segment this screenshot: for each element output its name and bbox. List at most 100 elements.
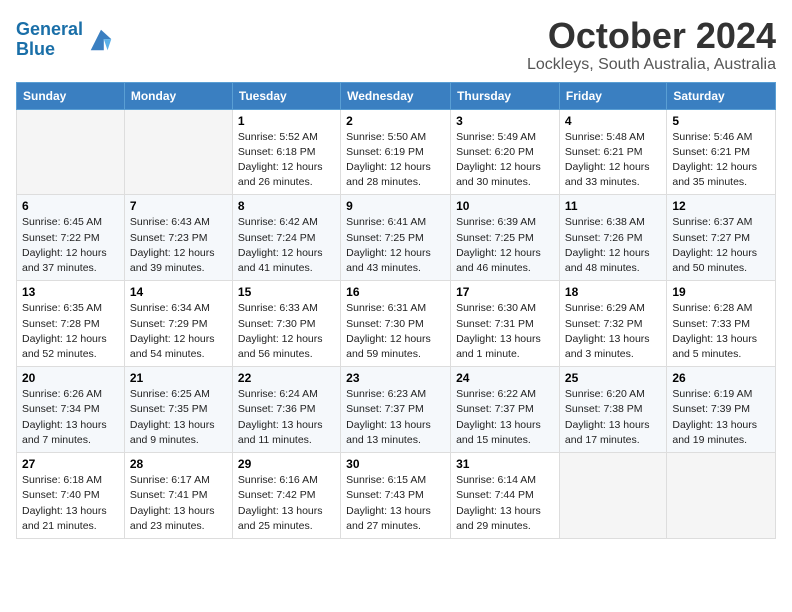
calendar-cell: 7Sunrise: 6:43 AMSunset: 7:23 PMDaylight… (124, 195, 232, 281)
cell-info: and 11 minutes. (238, 433, 335, 448)
calendar-cell: 25Sunrise: 6:20 AMSunset: 7:38 PMDayligh… (559, 367, 666, 453)
cell-info: Sunrise: 6:31 AM (346, 301, 445, 316)
calendar-cell: 24Sunrise: 6:22 AMSunset: 7:37 PMDayligh… (451, 367, 560, 453)
cell-info: Sunset: 7:44 PM (456, 488, 554, 503)
cell-info: and 50 minutes. (672, 261, 770, 276)
cell-info: Daylight: 12 hours (238, 160, 335, 175)
header-cell-thursday: Thursday (451, 82, 560, 109)
cell-info: Daylight: 13 hours (130, 418, 227, 433)
cell-info: Daylight: 12 hours (565, 246, 661, 261)
cell-info: Daylight: 12 hours (22, 332, 119, 347)
logo-text: GeneralBlue (16, 20, 83, 60)
cell-info: Daylight: 12 hours (456, 246, 554, 261)
cell-info: Sunset: 7:34 PM (22, 402, 119, 417)
cell-info: Daylight: 12 hours (346, 332, 445, 347)
cell-info: and 15 minutes. (456, 433, 554, 448)
cell-info: Daylight: 12 hours (346, 246, 445, 261)
day-number: 24 (456, 371, 554, 385)
calendar-cell: 2Sunrise: 5:50 AMSunset: 6:19 PMDaylight… (341, 109, 451, 195)
cell-info: Sunrise: 6:37 AM (672, 215, 770, 230)
week-row-4: 20Sunrise: 6:26 AMSunset: 7:34 PMDayligh… (17, 367, 776, 453)
header-row: SundayMondayTuesdayWednesdayThursdayFrid… (17, 82, 776, 109)
cell-info: Daylight: 12 hours (346, 160, 445, 175)
cell-info: Sunrise: 5:50 AM (346, 130, 445, 145)
cell-info: Sunrise: 6:17 AM (130, 473, 227, 488)
calendar-cell (667, 453, 776, 539)
calendar-cell: 19Sunrise: 6:28 AMSunset: 7:33 PMDayligh… (667, 281, 776, 367)
cell-info: Sunrise: 6:15 AM (346, 473, 445, 488)
cell-info: Sunrise: 5:48 AM (565, 130, 661, 145)
cell-info: Sunset: 7:39 PM (672, 402, 770, 417)
cell-info: Sunset: 6:21 PM (672, 145, 770, 160)
calendar-cell: 17Sunrise: 6:30 AMSunset: 7:31 PMDayligh… (451, 281, 560, 367)
day-number: 3 (456, 114, 554, 128)
cell-info: Daylight: 12 hours (672, 246, 770, 261)
cell-info: Sunset: 7:30 PM (346, 317, 445, 332)
day-number: 21 (130, 371, 227, 385)
week-row-3: 13Sunrise: 6:35 AMSunset: 7:28 PMDayligh… (17, 281, 776, 367)
day-number: 9 (346, 199, 445, 213)
cell-info: and 54 minutes. (130, 347, 227, 362)
cell-info: Sunset: 7:31 PM (456, 317, 554, 332)
cell-info: Sunrise: 6:14 AM (456, 473, 554, 488)
cell-info: and 30 minutes. (456, 175, 554, 190)
cell-info: Sunset: 6:18 PM (238, 145, 335, 160)
month-title: October 2024 (527, 16, 776, 56)
calendar-cell: 4Sunrise: 5:48 AMSunset: 6:21 PMDaylight… (559, 109, 666, 195)
cell-info: and 39 minutes. (130, 261, 227, 276)
calendar-cell: 11Sunrise: 6:38 AMSunset: 7:26 PMDayligh… (559, 195, 666, 281)
day-number: 13 (22, 285, 119, 299)
day-number: 27 (22, 457, 119, 471)
calendar-body: 1Sunrise: 5:52 AMSunset: 6:18 PMDaylight… (17, 109, 776, 538)
cell-info: and 41 minutes. (238, 261, 335, 276)
cell-info: Sunrise: 6:43 AM (130, 215, 227, 230)
day-number: 20 (22, 371, 119, 385)
day-number: 8 (238, 199, 335, 213)
day-number: 10 (456, 199, 554, 213)
cell-info: Daylight: 12 hours (130, 246, 227, 261)
header-cell-sunday: Sunday (17, 82, 125, 109)
cell-info: and 5 minutes. (672, 347, 770, 362)
header-cell-tuesday: Tuesday (232, 82, 340, 109)
cell-info: Sunrise: 6:19 AM (672, 387, 770, 402)
cell-info: and 37 minutes. (22, 261, 119, 276)
calendar-cell: 20Sunrise: 6:26 AMSunset: 7:34 PMDayligh… (17, 367, 125, 453)
cell-info: and 52 minutes. (22, 347, 119, 362)
day-number: 28 (130, 457, 227, 471)
day-number: 12 (672, 199, 770, 213)
calendar-cell: 10Sunrise: 6:39 AMSunset: 7:25 PMDayligh… (451, 195, 560, 281)
day-number: 26 (672, 371, 770, 385)
cell-info: and 48 minutes. (565, 261, 661, 276)
cell-info: Daylight: 13 hours (456, 418, 554, 433)
calendar-cell: 29Sunrise: 6:16 AMSunset: 7:42 PMDayligh… (232, 453, 340, 539)
cell-info: and 17 minutes. (565, 433, 661, 448)
calendar-cell: 30Sunrise: 6:15 AMSunset: 7:43 PMDayligh… (341, 453, 451, 539)
calendar-cell: 21Sunrise: 6:25 AMSunset: 7:35 PMDayligh… (124, 367, 232, 453)
cell-info: and 33 minutes. (565, 175, 661, 190)
cell-info: Sunset: 7:40 PM (22, 488, 119, 503)
cell-info: Sunrise: 6:33 AM (238, 301, 335, 316)
cell-info: Sunset: 7:35 PM (130, 402, 227, 417)
cell-info: Daylight: 12 hours (565, 160, 661, 175)
cell-info: Sunset: 7:23 PM (130, 231, 227, 246)
cell-info: Sunset: 6:21 PM (565, 145, 661, 160)
calendar-cell: 27Sunrise: 6:18 AMSunset: 7:40 PMDayligh… (17, 453, 125, 539)
week-row-1: 1Sunrise: 5:52 AMSunset: 6:18 PMDaylight… (17, 109, 776, 195)
cell-info: Daylight: 12 hours (672, 160, 770, 175)
cell-info: Sunrise: 6:18 AM (22, 473, 119, 488)
cell-info: Sunset: 7:33 PM (672, 317, 770, 332)
cell-info: Sunrise: 6:16 AM (238, 473, 335, 488)
day-number: 22 (238, 371, 335, 385)
cell-info: Sunset: 7:37 PM (346, 402, 445, 417)
logo: GeneralBlue (16, 20, 115, 60)
cell-info: and 27 minutes. (346, 519, 445, 534)
cell-info: and 7 minutes. (22, 433, 119, 448)
cell-info: Daylight: 13 hours (672, 418, 770, 433)
cell-info: Sunrise: 6:42 AM (238, 215, 335, 230)
calendar-cell: 12Sunrise: 6:37 AMSunset: 7:27 PMDayligh… (667, 195, 776, 281)
cell-info: Daylight: 13 hours (565, 418, 661, 433)
cell-info: Sunrise: 6:45 AM (22, 215, 119, 230)
calendar-cell: 28Sunrise: 6:17 AMSunset: 7:41 PMDayligh… (124, 453, 232, 539)
cell-info: Sunset: 7:43 PM (346, 488, 445, 503)
cell-info: Daylight: 13 hours (672, 332, 770, 347)
